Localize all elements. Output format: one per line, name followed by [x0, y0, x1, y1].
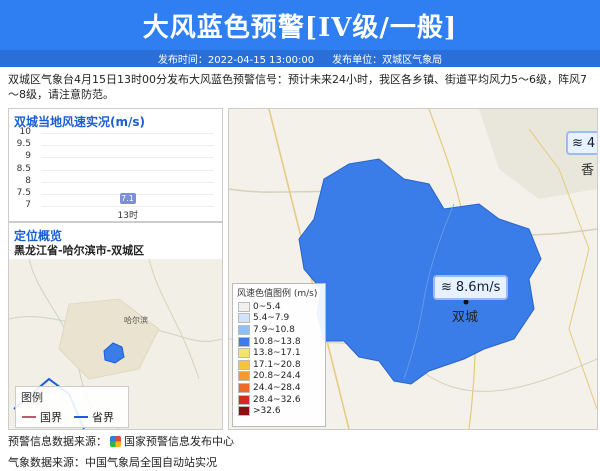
edge-wind-value: 4: [586, 135, 596, 151]
legend-label: 0~5.4: [253, 301, 281, 312]
legend-swatch: [238, 406, 250, 417]
wind-legend-title: 风速色值图例 (m/s): [237, 289, 318, 299]
y-tick-label: 10: [19, 127, 31, 137]
publish-unit: 发布单位：双城区气象局: [332, 55, 443, 66]
wind-speed-title: 双城当地风速实况(m/s): [14, 115, 145, 129]
grid-line: [41, 169, 214, 171]
legend-row: 5.4~7.9: [238, 313, 320, 325]
location-path: 黑龙江省-哈尔滨市-双城区: [14, 244, 145, 257]
grid-line: [41, 206, 214, 207]
edge-place-label: 香: [581, 163, 595, 178]
location-panel: 定位概览 黑龙江省-哈尔滨市-双城区 哈尔滨 图例 国界 省界: [8, 222, 223, 430]
legend-swatch: [238, 301, 250, 312]
overview-legend-title: 图例: [21, 391, 43, 404]
overview-legend: 图例 国界 省界: [15, 386, 129, 428]
legend-label: 5.4~7.9: [253, 313, 290, 324]
legend-row: 28.4~32.6: [238, 394, 320, 406]
main-map-panel[interactable]: ≋ 8.6m/s 双城 ≋ 4 香 风速色值图例 (m/s) 0~5.4 5.4~…: [228, 108, 598, 430]
legend-label: 13.8~17.1: [253, 348, 301, 359]
warning-source-org[interactable]: 国家预警信息发布中心: [124, 433, 234, 449]
grid-line: [41, 145, 214, 147]
overview-city-label: 哈尔滨: [124, 315, 148, 325]
legend-swatch: [238, 324, 250, 335]
district-label: 双城: [452, 310, 479, 325]
legend-swatch: [238, 371, 250, 382]
legend-national-border: 国界: [22, 409, 62, 425]
district-marker[interactable]: [463, 299, 469, 305]
y-tick-label: 9.5: [16, 139, 31, 150]
weather-source-line: 气象数据来源：中国气象局全国自动站实况: [8, 456, 217, 469]
legend-row: 13.8~17.1: [238, 347, 320, 359]
legend-label: 10.8~13.8: [253, 336, 301, 347]
province-border-label: 省界: [92, 411, 114, 424]
national-border-label: 国界: [40, 411, 62, 424]
legend-row: 0~5.4: [238, 301, 320, 313]
meta-bar: 发布时间：2022-04-15 13:00:00 发布单位：双城区气象局: [0, 50, 600, 67]
legend-row: >32.6: [238, 405, 320, 417]
legend-row: 20.8~24.4: [238, 371, 320, 383]
alert-notice: 双城区气象台4月15日13时00分发布大风蓝色预警信号：预计未来24小时，我区各…: [8, 73, 587, 101]
y-tick-label: 7.5: [16, 187, 31, 198]
legend-row: 24.4~28.4: [238, 382, 320, 394]
y-tick-label: 8.5: [16, 163, 31, 174]
legend-swatch: [238, 382, 250, 393]
legend-label: 24.4~28.4: [253, 382, 301, 393]
national-border-line: [22, 416, 36, 418]
wind-icon: ≋: [441, 280, 452, 295]
y-tick-label: 9: [25, 151, 31, 162]
legend-row: 10.8~13.8: [238, 336, 320, 348]
alert-title: 大风蓝色预警[IV级/一般]: [0, 0, 600, 50]
wind-value-label[interactable]: 7.1: [119, 192, 136, 204]
legend-swatch: [238, 336, 250, 347]
warning-source-line: 预警信息数据来源： 国家预警信息发布中心: [8, 433, 234, 449]
publish-time: 发布时间：2022-04-15 13:00:00: [157, 55, 315, 66]
wind-color-legend: 风速色值图例 (m/s) 0~5.4 5.4~7.9 7.9~10.8 10.8~13…: [232, 283, 326, 427]
province-border-line: [74, 416, 88, 418]
warning-center-icon: [110, 435, 121, 447]
legend-swatch: [238, 359, 250, 370]
legend-label: 28.4~32.6: [253, 394, 301, 405]
legend-row: 17.1~20.8: [238, 359, 320, 371]
grid-line: [41, 157, 214, 159]
legend-label: 17.1~20.8: [253, 359, 301, 370]
y-tick-label: 8: [25, 175, 31, 186]
legend-row: 7.9~10.8: [238, 324, 320, 336]
grid-line: [41, 133, 214, 134]
x-tick-label: 13时: [117, 211, 138, 221]
legend-swatch: [238, 394, 250, 405]
legend-label: 20.8~24.4: [253, 371, 301, 382]
edge-wind-badge[interactable]: ≋ 4: [566, 131, 597, 155]
wind-speed-value: 8.6m/s: [455, 280, 501, 295]
wind-speed-panel: 双城当地风速实况(m/s) 10 9.5 9 8.5 8 7.5 7 7.1 13时: [8, 108, 223, 222]
wind-speed-badge[interactable]: ≋ 8.6m/s: [433, 275, 509, 300]
grid-line: [41, 181, 214, 183]
wind-icon: ≋: [572, 135, 583, 151]
legend-province-border: 省界: [74, 409, 114, 425]
y-tick-label: 7: [25, 200, 31, 210]
legend-swatch: [238, 348, 250, 359]
legend-label: >32.6: [253, 406, 281, 417]
legend-label: 7.9~10.8: [253, 324, 295, 335]
legend-swatch: [238, 313, 250, 324]
warning-source-label: 预警信息数据来源：: [8, 435, 107, 448]
wind-legend-rows: 0~5.4 5.4~7.9 7.9~10.8 10.8~13.8 13.8~17.1 17…: [233, 301, 325, 417]
